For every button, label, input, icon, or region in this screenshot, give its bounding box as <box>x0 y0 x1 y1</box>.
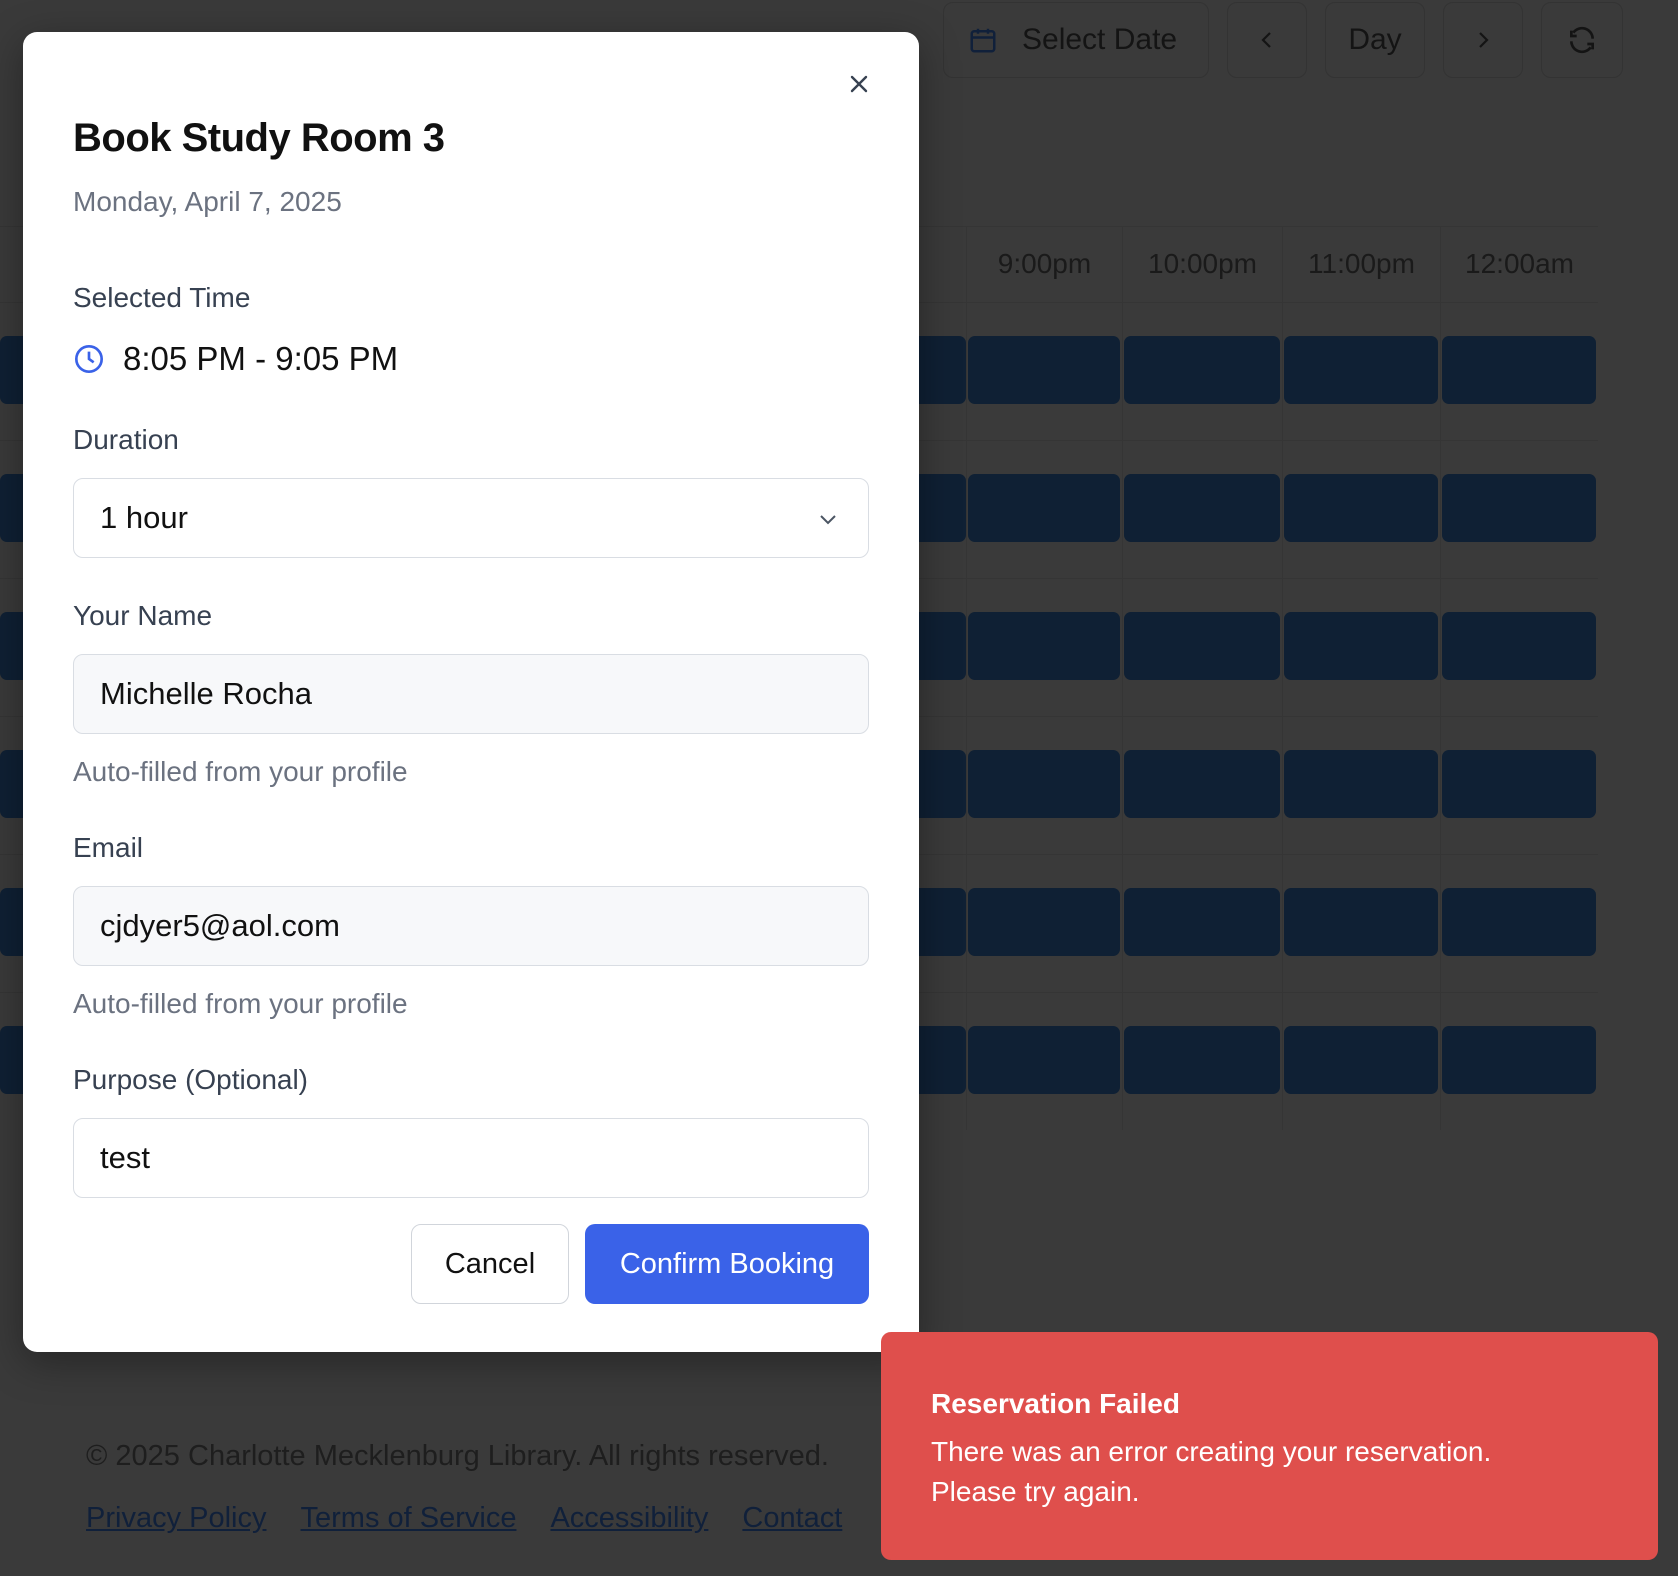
time-slot[interactable] <box>968 612 1120 680</box>
name-hint: Auto-filled from your profile <box>73 756 408 787</box>
time-header: 9:00pm <box>966 226 1122 302</box>
clock-icon <box>75 345 103 373</box>
email-label: Email <box>73 832 144 863</box>
email-value: cjdyer5@aol.com <box>100 908 340 943</box>
time-slot[interactable] <box>1442 888 1596 956</box>
duration-select[interactable]: 1 hour <box>73 478 869 558</box>
dialog-date: Monday, April 7, 2025 <box>73 186 342 217</box>
time-slot[interactable] <box>1124 612 1280 680</box>
name-input[interactable]: Michelle Rocha <box>73 654 869 734</box>
time-slot[interactable] <box>1442 1026 1596 1094</box>
time-slot[interactable] <box>1284 1026 1438 1094</box>
close-button[interactable] <box>839 64 879 104</box>
view-day-button[interactable]: Day <box>1325 2 1425 78</box>
time-slot[interactable] <box>968 336 1120 404</box>
email-input[interactable]: cjdyer5@aol.com <box>73 886 869 966</box>
select-date-button[interactable]: Select Date <box>943 2 1209 78</box>
time-slot[interactable] <box>1124 888 1280 956</box>
booking-dialog: Book Study Room 3 Monday, April 7, 2025 … <box>23 32 919 1352</box>
purpose-value: test <box>100 1140 150 1175</box>
accessibility-link[interactable]: Accessibility <box>550 1502 708 1535</box>
purpose-input[interactable]: test <box>73 1118 869 1198</box>
refresh-button[interactable] <box>1541 2 1623 78</box>
error-toast[interactable]: Reservation Failed There was an error cr… <box>881 1332 1658 1560</box>
refresh-icon <box>1570 26 1594 54</box>
time-slot[interactable] <box>968 888 1120 956</box>
privacy-policy-link[interactable]: Privacy Policy <box>86 1502 267 1535</box>
select-date-label: Select Date <box>1022 23 1178 56</box>
time-slot[interactable] <box>1124 750 1280 818</box>
time-slot[interactable] <box>1124 336 1280 404</box>
view-day-label: Day <box>1348 23 1402 56</box>
time-slot[interactable] <box>968 474 1120 542</box>
cancel-button[interactable]: Cancel <box>411 1224 569 1304</box>
time-slot[interactable] <box>1284 336 1438 404</box>
terms-of-service-link[interactable]: Terms of Service <box>301 1502 517 1535</box>
time-slot[interactable] <box>1124 474 1280 542</box>
contact-link[interactable]: Contact <box>742 1502 842 1535</box>
name-value: Michelle Rocha <box>100 676 312 711</box>
selected-time: 8:05 PM - 9:05 PM <box>73 340 398 378</box>
time-slot[interactable] <box>1442 336 1596 404</box>
confirm-booking-button[interactable]: Confirm Booking <box>585 1224 869 1304</box>
time-header: 12:00am <box>1440 226 1598 302</box>
time-slot[interactable] <box>1442 612 1596 680</box>
dialog-title: Book Study Room 3 <box>73 116 445 160</box>
selected-time-value: 8:05 PM - 9:05 PM <box>123 340 399 377</box>
time-slot[interactable] <box>1442 750 1596 818</box>
duration-value: 1 hour <box>100 500 188 535</box>
footer-copyright: © 2025 Charlotte Mecklenburg Library. Al… <box>86 1440 829 1472</box>
time-slot[interactable] <box>1284 612 1438 680</box>
schedule-toolbar: Select Date Day <box>943 2 1623 78</box>
time-header: 10:00pm <box>1122 226 1282 302</box>
time-slot[interactable] <box>968 750 1120 818</box>
previous-day-button[interactable] <box>1227 2 1307 78</box>
chevron-right-icon <box>1479 32 1489 48</box>
purpose-label: Purpose (Optional) <box>73 1064 309 1095</box>
time-slot[interactable] <box>1284 474 1438 542</box>
toast-title: Reservation Failed <box>931 1388 1180 1419</box>
time-header: 11:00pm <box>1282 226 1440 302</box>
time-slot[interactable] <box>1284 888 1438 956</box>
chevron-left-icon <box>1261 32 1271 48</box>
close-icon <box>850 75 868 93</box>
time-slot[interactable] <box>968 1026 1120 1094</box>
name-label: Your Name <box>73 600 213 631</box>
chevron-down-icon <box>820 515 836 525</box>
time-slot[interactable] <box>1124 1026 1280 1094</box>
time-slot[interactable] <box>1442 474 1596 542</box>
calendar-icon <box>970 28 996 53</box>
email-hint: Auto-filled from your profile <box>73 988 408 1019</box>
duration-label: Duration <box>73 424 179 455</box>
next-day-button[interactable] <box>1443 2 1523 78</box>
toast-message: There was an error creating your reserva… <box>931 1436 1492 1507</box>
footer-links: Privacy Policy Terms of Service Accessib… <box>86 1502 842 1535</box>
selected-time-label: Selected Time <box>73 282 251 313</box>
time-slot[interactable] <box>1284 750 1438 818</box>
